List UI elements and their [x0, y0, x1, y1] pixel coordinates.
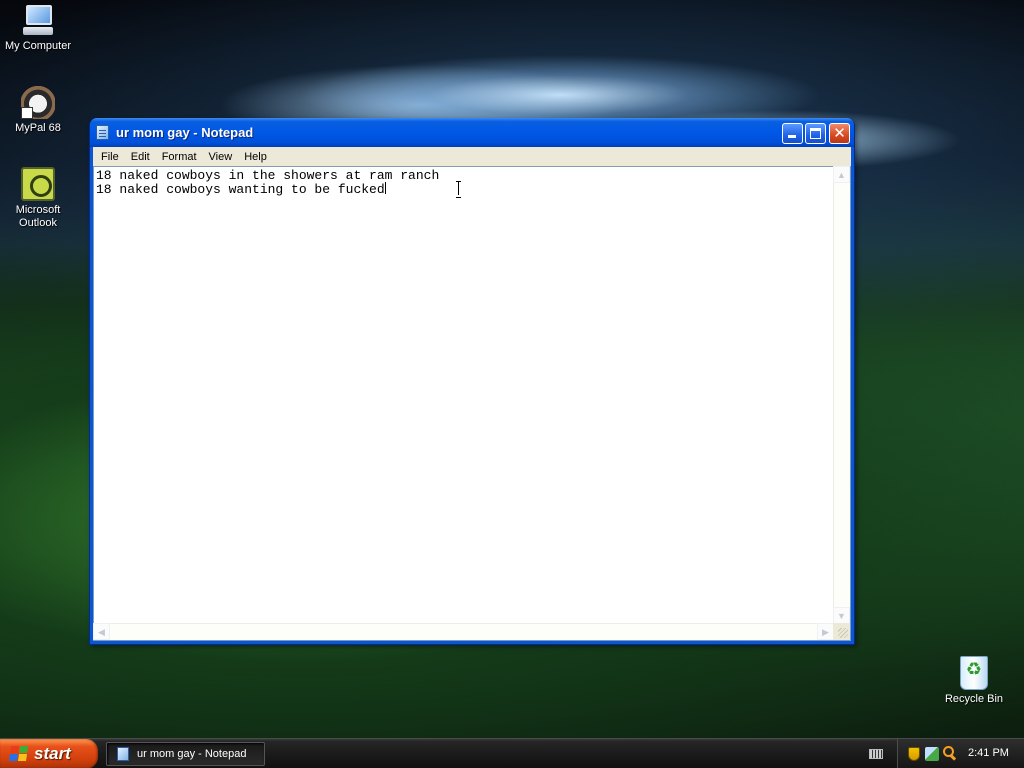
start-button[interactable]: start — [0, 739, 98, 768]
desktop-icon-my-computer[interactable]: My Computer — [0, 3, 76, 53]
start-label: start — [34, 744, 71, 763]
vertical-scrollbar[interactable]: ▲ ▼ — [833, 166, 850, 624]
scroll-up-icon[interactable]: ▲ — [833, 166, 850, 183]
security-shield-icon[interactable] — [908, 747, 920, 761]
taskbar-button-label: ur mom gay - Notepad — [137, 748, 247, 760]
menu-format[interactable]: Format — [156, 151, 203, 163]
text-caret — [384, 182, 386, 194]
horizontal-scrollbar[interactable]: ◀ ▶ — [93, 623, 834, 640]
text-line-1: 18 naked cowboys in the showers at ram r… — [96, 168, 440, 183]
scroll-right-icon[interactable]: ▶ — [817, 623, 834, 640]
notepad-icon[interactable] — [96, 125, 109, 140]
network-icon[interactable] — [925, 747, 939, 761]
desktop-icon-label: MyPal 68 — [15, 122, 61, 134]
text-line-2: 18 naked cowboys wanting to be fucked — [96, 182, 832, 196]
menu-help[interactable]: Help — [238, 151, 273, 163]
taskbar: start ur mom gay - Notepad 2:41 PM — [0, 738, 1024, 768]
menu-bar: File Edit Format View Help — [93, 147, 851, 166]
windows-logo-icon — [8, 746, 30, 762]
window-title: ur mom gay - Notepad — [116, 125, 254, 140]
menu-file[interactable]: File — [95, 151, 125, 163]
mouse-ibeam-cursor-icon — [455, 181, 463, 198]
desktop-icon-mypal[interactable]: MyPal 68 — [0, 85, 76, 135]
my-computer-icon — [21, 3, 55, 37]
taskbar-button-notepad[interactable]: ur mom gay - Notepad — [106, 742, 265, 766]
notepad-icon — [117, 747, 129, 761]
desktop-icon-recycle-bin[interactable]: Recycle Bin — [936, 656, 1012, 706]
system-tray: 2:41 PM — [897, 739, 1024, 768]
minimize-button[interactable] — [782, 123, 803, 144]
close-button[interactable]: ✕ — [829, 123, 850, 144]
menu-view[interactable]: View — [203, 151, 239, 163]
maximize-button[interactable] — [805, 123, 826, 144]
desktop-icon-outlook[interactable]: Microsoft Outlook — [0, 167, 76, 230]
notepad-window: ur mom gay - Notepad ✕ File Edit Format … — [89, 118, 855, 645]
title-bar[interactable]: ur mom gay - Notepad ✕ — [90, 118, 854, 147]
outlook-icon — [21, 167, 55, 201]
recycle-bin-icon — [960, 656, 988, 690]
scroll-left-icon[interactable]: ◀ — [93, 623, 110, 640]
keyboard-icon[interactable] — [869, 749, 883, 759]
desktop-icon-label: My Computer — [4, 40, 72, 52]
mypal-icon — [21, 85, 55, 119]
size-grip[interactable] — [833, 623, 850, 640]
text-line-2-content: 18 naked cowboys wanting to be fucked — [96, 182, 385, 197]
clock[interactable]: 2:41 PM — [968, 747, 1009, 759]
close-icon: ✕ — [833, 125, 846, 142]
text-content[interactable]: 18 naked cowboys in the showers at ram r… — [95, 168, 832, 622]
menu-edit[interactable]: Edit — [125, 151, 156, 163]
search-icon[interactable] — [943, 746, 954, 757]
desktop-icon-label: Recycle Bin — [944, 693, 1004, 705]
minimize-icon — [788, 135, 796, 138]
scroll-down-icon[interactable]: ▼ — [833, 607, 850, 624]
text-editor[interactable]: 18 naked cowboys in the showers at ram r… — [93, 166, 851, 641]
desktop-icon-label: Microsoft Outlook — [15, 204, 61, 229]
maximize-icon — [810, 128, 821, 139]
